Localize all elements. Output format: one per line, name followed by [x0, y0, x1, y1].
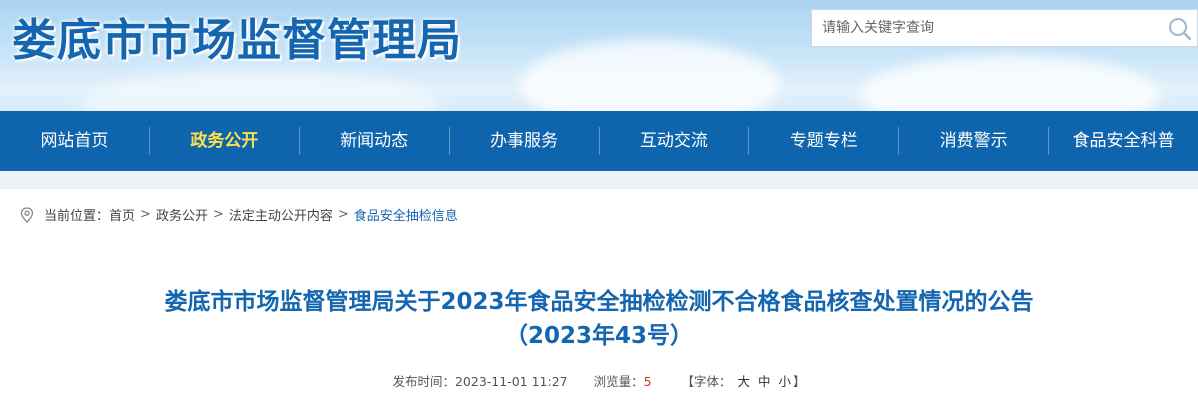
article-title-line2: （2023年43号）	[504, 323, 694, 349]
nav-item-special-topics[interactable]: 专题专栏	[749, 111, 898, 171]
nav-item-government-affairs[interactable]: 政务公开	[150, 111, 299, 171]
breadcrumb-link-government-affairs[interactable]: 政务公开	[156, 205, 208, 224]
search-input[interactable]	[812, 10, 1152, 46]
breadcrumb-separator: >	[212, 207, 224, 222]
cloud-decoration	[860, 55, 1160, 111]
cloud-decoration	[80, 70, 440, 111]
breadcrumb-link-home[interactable]: 首页	[109, 205, 135, 224]
location-pin-icon	[20, 206, 34, 223]
search-icon[interactable]	[1167, 16, 1193, 42]
breadcrumb: 当前位置： 首页 > 政务公开 > 法定主动公开内容 > 食品安全抽检信息	[0, 189, 1198, 242]
font-size-small-button[interactable]: 小	[779, 374, 792, 389]
site-header: 娄底市市场监督管理局	[0, 0, 1198, 111]
font-size-close: 】	[793, 374, 806, 389]
article-title-line1: 娄底市市场监督管理局关于2023年食品安全抽检检测不合格食品核查处置情况的公告	[164, 289, 1034, 315]
article-meta: 发布时间：2023-11-01 11:27 浏览量：5 【字体： 大 中 小】	[0, 371, 1198, 390]
breadcrumb-prefix: 当前位置：	[44, 209, 110, 224]
main-nav: 网站首页 政务公开 新闻动态 办事服务 互动交流 专题专栏 消费警示 食品安全科…	[0, 111, 1198, 171]
breadcrumb-link-food-inspection[interactable]: 食品安全抽检信息	[354, 205, 458, 224]
breadcrumb-separator: >	[140, 207, 151, 222]
breadcrumb-separator: >	[337, 207, 349, 222]
font-size-medium-button[interactable]: 中	[758, 374, 771, 389]
site-title[interactable]: 娄底市市场监督管理局	[12, 4, 462, 68]
article-title: 娄底市市场监督管理局关于2023年食品安全抽检检测不合格食品核查处置情况的公告 …	[0, 285, 1198, 353]
publish-time: 2023-11-01 11:27	[454, 374, 568, 389]
nav-item-food-safety[interactable]: 食品安全科普	[1049, 111, 1198, 171]
nav-item-news[interactable]: 新闻动态	[300, 111, 449, 171]
article-container: 娄底市市场监督管理局关于2023年食品安全抽检检测不合格食品核查处置情况的公告 …	[0, 241, 1198, 411]
font-size-open: 【字体：	[681, 374, 732, 389]
breadcrumb-link-statutory-disclosure[interactable]: 法定主动公开内容	[229, 205, 333, 224]
publish-time-label: 发布时间：	[392, 374, 455, 389]
nav-item-interaction[interactable]: 互动交流	[600, 111, 749, 171]
search-box	[811, 9, 1198, 47]
font-size-large-button[interactable]: 大	[738, 374, 751, 389]
views-count: 5	[643, 374, 652, 389]
nav-item-consumer-alerts[interactable]: 消费警示	[899, 111, 1048, 171]
nav-item-services[interactable]: 办事服务	[450, 111, 599, 171]
views-label: 浏览量：	[593, 374, 644, 389]
nav-item-home[interactable]: 网站首页	[0, 111, 149, 171]
cloud-decoration	[520, 40, 780, 111]
